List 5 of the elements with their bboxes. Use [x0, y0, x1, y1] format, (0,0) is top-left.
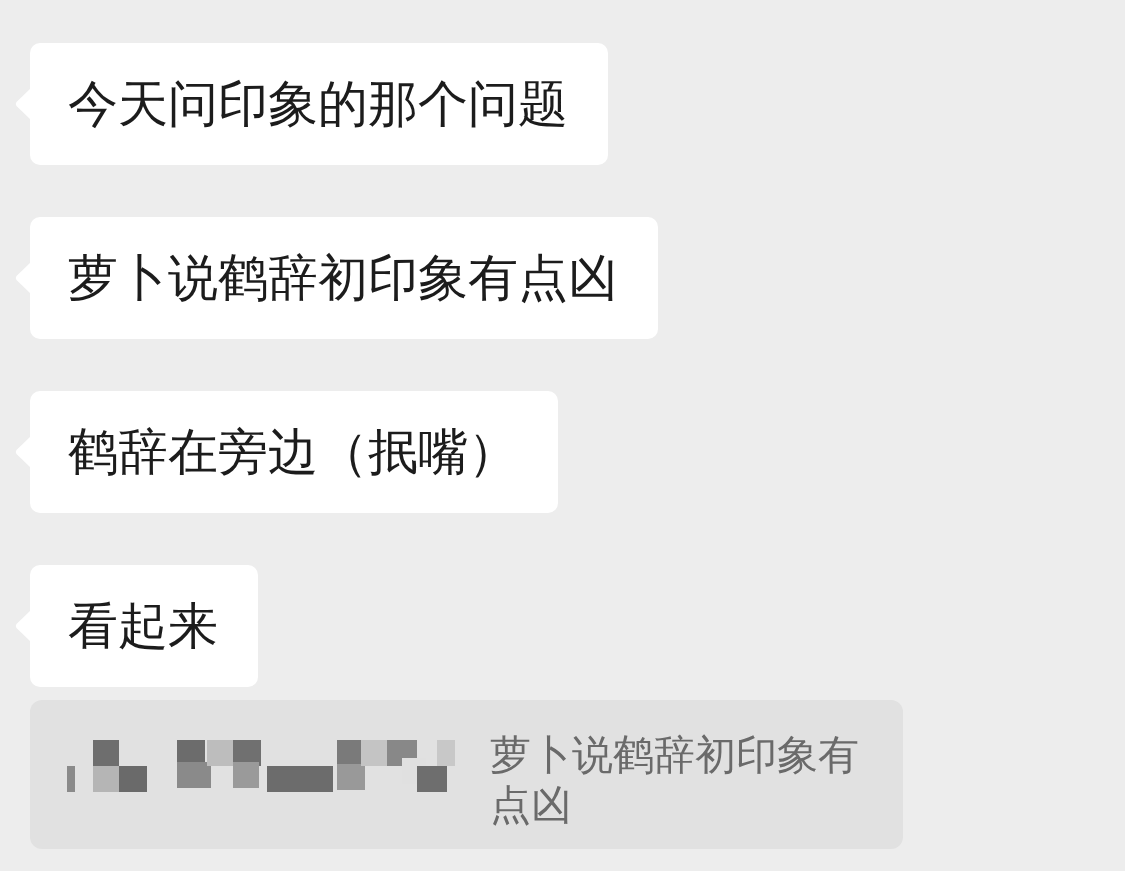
message-text: 看起来	[68, 596, 218, 656]
message-text: 今天问印象的那个问题	[68, 74, 568, 134]
quoted-text: 萝卜说鹤辞初印象有点凶	[490, 730, 860, 830]
message-text: 萝卜说鹤辞初印象有点凶	[68, 248, 618, 308]
message-text: 鹤辞在旁边（抿嘴）	[68, 422, 518, 482]
